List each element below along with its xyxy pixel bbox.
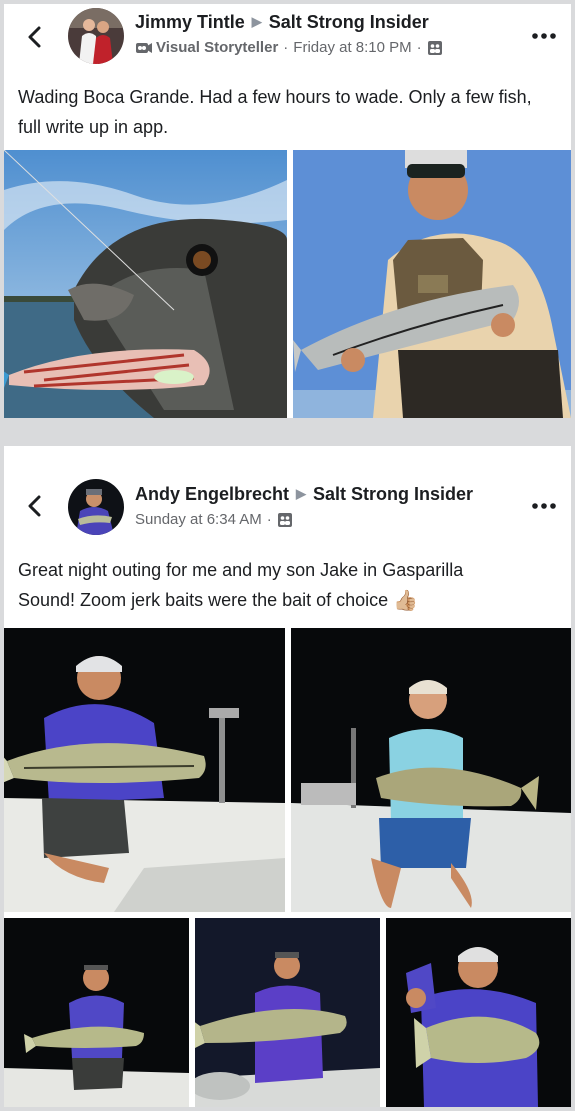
post-text-line: Sound! Zoom jerk baits were the bait of … xyxy=(18,585,559,616)
post-photo[interactable] xyxy=(195,918,380,1107)
author-line: Andy Engelbrecht ▶ Salt Strong Insider xyxy=(135,484,473,505)
author-name[interactable]: Jimmy Tintle xyxy=(135,12,245,32)
avatar[interactable] xyxy=(68,479,124,535)
group-name[interactable]: Salt Strong Insider xyxy=(269,12,429,32)
post-text-fragment: Sound! Zoom jerk baits were the bait of … xyxy=(18,590,389,610)
author-line: Jimmy Tintle ▶ Salt Strong Insider xyxy=(135,12,429,33)
post-photo[interactable] xyxy=(4,628,285,912)
post-meta: Sunday at 6:34 AM · xyxy=(135,511,293,528)
post-photo[interactable] xyxy=(4,918,189,1107)
post-card: Jimmy Tintle ▶ Salt Strong Insider Visual … xyxy=(4,4,571,418)
separator-dot: · xyxy=(283,39,289,56)
author-name[interactable]: Andy Engelbrecht xyxy=(135,484,289,504)
post-photo[interactable] xyxy=(291,628,571,912)
group-name[interactable]: Salt Strong Insider xyxy=(313,484,473,504)
triangle-right-icon: ▶ xyxy=(296,486,307,501)
group-audience-icon xyxy=(277,512,292,527)
visual-storyteller-icon xyxy=(136,42,152,53)
post-photo[interactable] xyxy=(386,918,571,1107)
triangle-right-icon: ▶ xyxy=(251,14,262,29)
post-card: Andy Engelbrecht ▶ Salt Strong Insider Sun… xyxy=(4,446,571,1107)
post-photo[interactable] xyxy=(4,150,287,418)
avatar[interactable] xyxy=(68,8,124,64)
more-options-icon[interactable] xyxy=(531,501,557,511)
post-photo[interactable] xyxy=(293,150,571,418)
thumbs-up-emoji: 👍🏼 xyxy=(393,590,419,613)
group-audience-icon xyxy=(427,40,442,55)
post-meta: Visual Storyteller · Friday at 8:10 PM · xyxy=(135,39,443,56)
back-arrow-icon[interactable] xyxy=(22,24,48,50)
post-text-line: Great night outing for me and my son Jak… xyxy=(18,560,464,580)
badge-label[interactable]: Visual Storyteller xyxy=(156,39,278,56)
more-options-icon[interactable] xyxy=(531,31,557,41)
post-text: Wading Boca Grande. Had a few hours to w… xyxy=(18,87,532,137)
timestamp[interactable]: Sunday at 6:34 AM xyxy=(135,511,262,528)
back-arrow-icon[interactable] xyxy=(22,493,48,519)
post-text: Great night outing for me and my son Jak… xyxy=(18,555,559,616)
separator-dot: · xyxy=(416,39,422,56)
separator-dot: · xyxy=(266,511,272,528)
timestamp[interactable]: Friday at 8:10 PM xyxy=(293,39,411,56)
